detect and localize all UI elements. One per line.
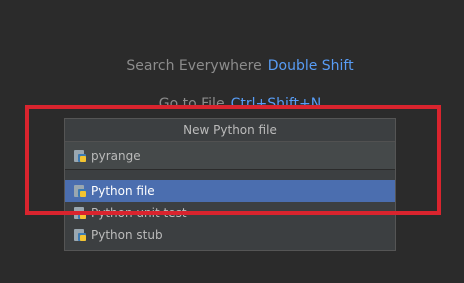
template-item-python-unit-test[interactable]: Python unit test	[65, 202, 395, 224]
go-to-file-shortcut: Ctrl+Shift+N	[230, 96, 322, 112]
python-file-icon	[74, 149, 86, 162]
search-everywhere-label: Search Everywhere	[126, 58, 262, 74]
go-to-file-label: Go to File	[158, 96, 225, 112]
template-item-python-file[interactable]: Python file	[65, 180, 395, 202]
template-item-label: Python file	[91, 184, 155, 198]
python-file-icon	[74, 207, 86, 219]
python-file-icon	[74, 229, 86, 241]
popup-separator	[65, 170, 395, 180]
search-everywhere-shortcut: Double Shift	[267, 58, 354, 74]
python-file-icon	[74, 185, 86, 197]
template-item-python-stub[interactable]: Python stub	[65, 224, 395, 246]
search-everywhere-hint: Search Everywhere Double Shift	[0, 58, 464, 74]
popup-title: New Python file	[65, 119, 395, 142]
file-name-value[interactable]: pyrange	[91, 149, 141, 163]
new-python-file-popup: New Python file pyrange Python file Pyth…	[64, 118, 396, 251]
file-name-field[interactable]: pyrange	[65, 142, 395, 170]
ide-editor-background: Search Everywhere Double Shift Go to File…	[0, 0, 464, 283]
go-to-file-hint: Go to File Ctrl+Shift+N	[0, 96, 464, 112]
template-item-label: Python unit test	[91, 206, 187, 220]
template-item-label: Python stub	[91, 228, 163, 242]
